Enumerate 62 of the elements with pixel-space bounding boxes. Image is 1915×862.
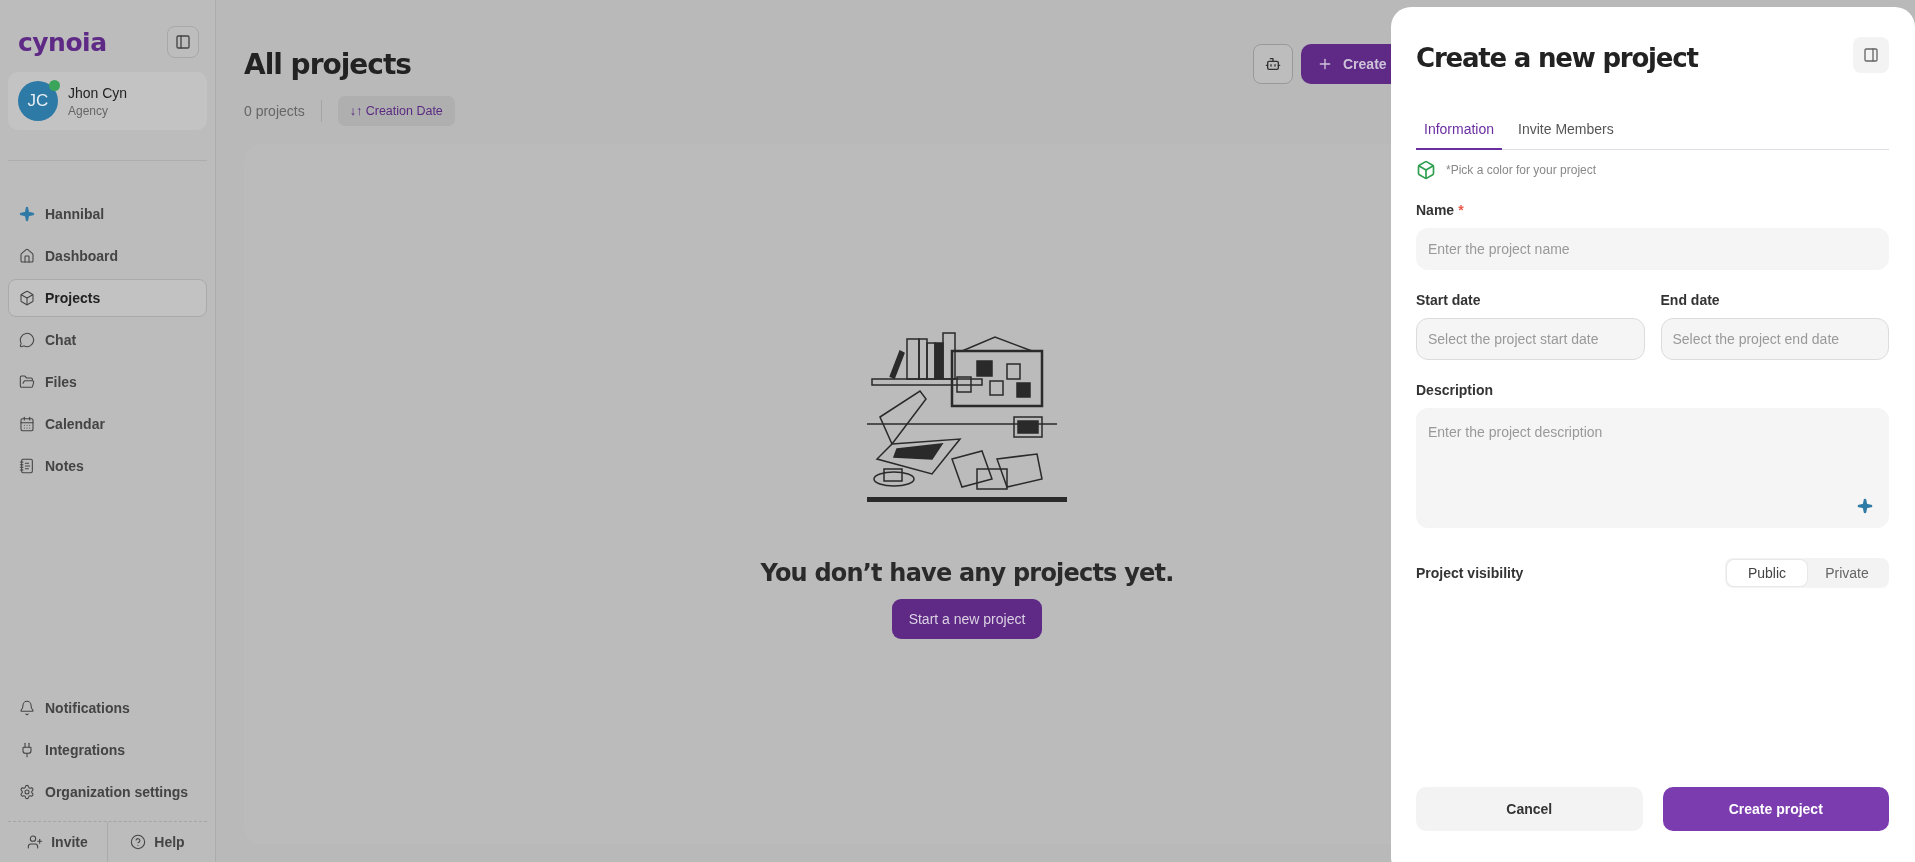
logo: cynoia [18, 27, 107, 57]
sidebar-item[interactable]: Notes [8, 447, 207, 485]
create-button[interactable]: Create [1301, 44, 1391, 84]
color-hint: *Pick a color for your project [1446, 163, 1597, 177]
calendar-icon [19, 416, 35, 432]
visibility-option[interactable]: Private [1807, 560, 1887, 586]
description-field[interactable]: Enter the project description [1416, 408, 1889, 528]
help-icon [130, 834, 147, 850]
sidebar-item[interactable]: Projects [8, 279, 207, 317]
page-title: All projects [244, 47, 411, 81]
create-project-button[interactable]: Create project [1662, 787, 1889, 831]
cancel-button[interactable]: Cancel [1416, 787, 1643, 831]
footer-button[interactable]: Invite [8, 822, 107, 862]
note-icon [19, 458, 35, 474]
chat-icon [19, 332, 35, 348]
sidebar-item[interactable]: Hannibal [8, 195, 207, 233]
sidebar-item[interactable]: Chat [8, 321, 207, 359]
visibility-label: Project visibility [1416, 565, 1524, 581]
field-label: Description [1416, 382, 1494, 398]
sidebar-item[interactable]: Organization settings [8, 773, 207, 811]
tab[interactable]: Invite Members [1510, 113, 1622, 150]
sidebar-item[interactable]: Files [8, 363, 207, 401]
date-field[interactable]: Select the project end date [1660, 318, 1889, 360]
field-label: Start date [1416, 292, 1482, 308]
cube-icon[interactable] [1416, 160, 1436, 180]
panel-toggle-button[interactable] [1853, 37, 1889, 73]
plug-icon [19, 742, 35, 758]
date-field[interactable]: Select the project start date [1416, 318, 1645, 360]
add-user-icon [27, 834, 44, 850]
sidebar-item[interactable]: Notifications [8, 689, 207, 727]
sparkle-icon[interactable] [1857, 498, 1873, 514]
footer-button[interactable]: Help [107, 822, 207, 862]
cube-icon [19, 290, 35, 306]
plus-icon [1317, 56, 1333, 72]
robot-icon [1265, 56, 1281, 72]
house-icon [19, 248, 35, 264]
sidebar-item[interactable]: Dashboard [8, 237, 207, 275]
assistant-button[interactable] [1253, 44, 1293, 84]
user-name: Jhon Cyn [68, 84, 128, 101]
panel-icon [1863, 47, 1879, 63]
profile-card[interactable]: JC Jhon Cyn Agency [8, 72, 207, 130]
sidebar-item[interactable]: Integrations [8, 731, 207, 769]
start-project-button[interactable]: Start a new project [891, 599, 1043, 639]
tab[interactable]: Information [1416, 113, 1503, 150]
input-field[interactable]: Enter the project name [1416, 228, 1889, 270]
avatar: JC [18, 81, 58, 121]
panel-title: Create a new project [1416, 43, 1698, 73]
sort-button[interactable]: ↓↑ Creation Date [337, 96, 455, 126]
sparkle-icon [19, 206, 35, 222]
project-count: 0 projects [244, 100, 322, 122]
bell-icon [19, 700, 35, 716]
sidebar-toggle-button[interactable] [167, 26, 199, 58]
required-mark: * [1458, 202, 1464, 218]
sidebar-icon [175, 34, 191, 50]
folder-icon [19, 374, 35, 390]
empty-message: You don’t have any projects yet. [760, 559, 1174, 587]
sidebar-item[interactable]: Calendar [8, 405, 207, 443]
visibility-option[interactable]: Public [1727, 560, 1807, 586]
field-label: Name * [1416, 202, 1465, 218]
field-label: End date [1660, 292, 1721, 308]
user-role: Agency [68, 103, 110, 118]
settings-icon [19, 784, 35, 800]
